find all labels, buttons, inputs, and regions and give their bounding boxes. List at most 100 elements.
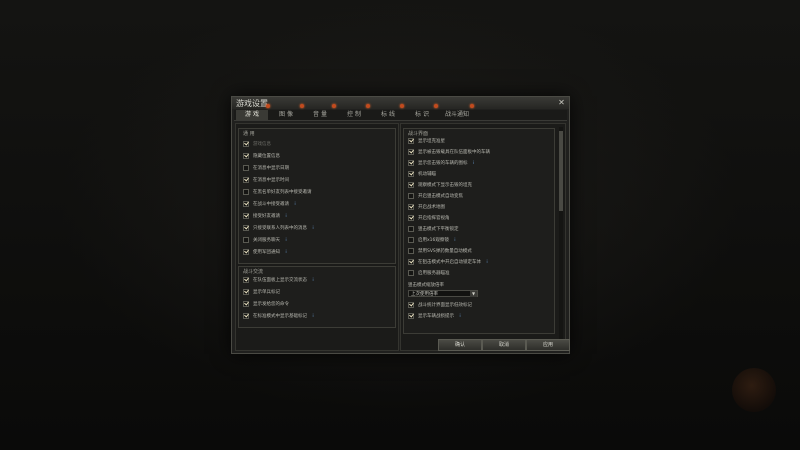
close-icon[interactable]: ✕ — [557, 98, 566, 107]
notification-dot-icon — [434, 104, 438, 108]
checkbox-row[interactable]: 启用服务器瞄准 — [408, 269, 450, 277]
checkbox[interactable] — [243, 249, 249, 255]
info-icon[interactable]: i — [293, 202, 297, 206]
info-icon[interactable]: i — [311, 278, 315, 282]
checkbox[interactable] — [408, 302, 414, 308]
scroll-thumb[interactable] — [559, 131, 563, 211]
tab-sound[interactable]: 音 量 — [304, 110, 336, 120]
checkbox[interactable] — [408, 204, 414, 210]
chevron-down-icon[interactable]: ▼ — [470, 291, 477, 297]
info-icon[interactable]: i — [284, 250, 288, 254]
checkbox[interactable] — [408, 226, 414, 232]
checkbox[interactable] — [408, 215, 414, 221]
checkbox[interactable] — [243, 177, 249, 183]
checkbox[interactable] — [243, 225, 249, 231]
checkbox-row[interactable]: 在狙击模式中开启自动锁定车体 i — [408, 258, 489, 266]
notification-dot-icon — [400, 104, 404, 108]
tab-bar: 游 戏 图 像 音 量 控 制 标 线 标 识 战斗通知 — [234, 104, 567, 121]
checkbox[interactable] — [408, 259, 414, 265]
info-icon[interactable]: i — [311, 226, 315, 230]
group-battle-chat: 战斗交流 在队伍面板上显示交流状态 i 显示单兵标记 显示发给您的命令 在标准模式… — [238, 266, 396, 328]
checkbox[interactable] — [243, 313, 249, 319]
background-emblem — [732, 368, 776, 412]
right-panel: 战斗界面 显示坦克准星 显示被击毁载具在队伍面板中的车辆 显示您击毁的车辆的图标… — [400, 123, 566, 351]
checkbox[interactable] — [243, 289, 249, 295]
checkbox-row[interactable]: 显示发给您的命令 — [243, 300, 289, 308]
checkbox[interactable] — [243, 165, 249, 171]
checkbox[interactable] — [408, 248, 414, 254]
info-icon[interactable]: i — [284, 214, 288, 218]
checkbox[interactable] — [408, 171, 414, 177]
checkbox-row[interactable]: 开启战术地图 — [408, 203, 445, 211]
checkbox-row[interactable]: 启用x16观察镜 i — [408, 236, 457, 244]
checkbox-row[interactable]: 接受好友邀请 i — [243, 212, 288, 220]
checkbox-row[interactable]: 禁用SVS弹药数量自动模式 — [408, 247, 472, 255]
checkbox[interactable] — [408, 182, 414, 188]
info-icon[interactable]: i — [311, 314, 315, 318]
checkbox-row[interactable]: 在标准模式中显示基础标记 i — [243, 312, 315, 320]
checkbox-row[interactable]: 战斗统计界面显示低效标记 — [408, 301, 472, 309]
checkbox-row[interactable]: 开启狙击模式自动变焦 — [408, 192, 463, 200]
zoom-select[interactable]: 上次使用倍率 ▼ — [408, 290, 478, 297]
apply-button[interactable]: 应用 — [526, 339, 570, 351]
checkbox[interactable] — [243, 237, 249, 243]
checkbox-row[interactable]: 使用军团通知 i — [243, 248, 288, 256]
group-battle-interface: 战斗界面 显示坦克准星 显示被击毁载具在队伍面板中的车辆 显示您击毁的车辆的图标… — [403, 128, 555, 334]
checkbox[interactable] — [243, 141, 249, 147]
info-icon[interactable]: i — [485, 260, 489, 264]
checkbox-row[interactable]: 显示被击毁载具在队伍面板中的车辆 — [408, 148, 490, 156]
tab-reticle[interactable]: 标 线 — [372, 110, 404, 120]
checkbox[interactable] — [408, 160, 414, 166]
checkbox-row[interactable]: 关闭服务聊天 i — [243, 236, 288, 244]
checkbox-row[interactable]: 狙击模式下平衡锁定 — [408, 225, 459, 233]
left-panel: 通 用 游戏信息 隐藏位置信息 在消息中显示日期 在消息中显示时间 在黑名单好友… — [235, 123, 399, 351]
checkbox-row[interactable]: 在消息中显示时间 — [243, 176, 289, 184]
checkbox[interactable] — [243, 201, 249, 207]
checkbox[interactable] — [243, 153, 249, 159]
tab-controls[interactable]: 控 制 — [338, 110, 370, 120]
checkbox-row[interactable]: 在队伍面板上显示交流状态 i — [243, 276, 315, 284]
checkbox[interactable] — [408, 270, 414, 276]
checkbox-row[interactable]: 开启指挥官视角 — [408, 214, 450, 222]
info-icon[interactable]: i — [458, 314, 462, 318]
checkbox[interactable] — [243, 301, 249, 307]
checkbox[interactable] — [408, 237, 414, 243]
notification-dot-icon — [300, 104, 304, 108]
ok-button[interactable]: 确认 — [438, 339, 482, 351]
zoom-select-label: 狙击模式缩放倍率 — [408, 283, 444, 288]
checkbox-row[interactable]: 在黑名单好友列表中接受邀请 — [243, 188, 312, 196]
checkbox[interactable] — [243, 213, 249, 219]
settings-dialog: 游戏设置 ✕ 游 戏 图 像 音 量 控 制 标 线 标 识 战斗通知 通 用 … — [231, 96, 570, 354]
checkbox[interactable] — [408, 149, 414, 155]
checkbox-row[interactable]: 显示坦克准星 — [408, 137, 445, 145]
checkbox-row[interactable]: 显示单兵标记 — [243, 288, 280, 296]
checkbox[interactable] — [408, 313, 414, 319]
info-icon[interactable]: i — [284, 238, 288, 242]
group-title: 通 用 — [243, 131, 255, 137]
checkbox-row[interactable]: 只接受联系人列表中的消息 i — [243, 224, 315, 232]
checkbox[interactable] — [408, 138, 414, 144]
checkbox-row[interactable]: 在消息中显示日期 — [243, 164, 289, 172]
notification-dot-icon — [266, 104, 270, 108]
group-general: 通 用 游戏信息 隐藏位置信息 在消息中显示日期 在消息中显示时间 在黑名单好友… — [238, 128, 396, 264]
checkbox-row[interactable]: 观察模式下显示击毁的坦克 — [408, 181, 472, 189]
checkbox[interactable] — [243, 189, 249, 195]
tab-markers[interactable]: 标 识 — [406, 110, 438, 120]
checkbox-row[interactable]: 显示车辆战损提示 i — [408, 312, 462, 320]
scrollbar[interactable] — [559, 127, 563, 347]
group-title: 战斗界面 — [408, 131, 429, 137]
checkbox[interactable] — [408, 193, 414, 199]
notification-dot-icon — [366, 104, 370, 108]
cancel-button[interactable]: 取消 — [482, 339, 526, 351]
checkbox-row[interactable]: 显示您击毁的车辆的图标 i — [408, 159, 476, 167]
info-icon[interactable]: i — [472, 161, 476, 165]
checkbox[interactable] — [243, 277, 249, 283]
checkbox-row[interactable]: 游戏信息 — [243, 140, 271, 148]
tab-game[interactable]: 游 戏 — [236, 110, 268, 120]
info-icon[interactable]: i — [453, 238, 457, 242]
tab-graphics[interactable]: 图 像 — [270, 110, 302, 120]
checkbox-row[interactable]: 隐藏位置信息 — [243, 152, 280, 160]
checkbox-row[interactable]: 机动辅瞄 — [408, 170, 436, 178]
tab-battle-notifications[interactable]: 战斗通知 — [440, 110, 474, 120]
checkbox-row[interactable]: 在战斗中接受邀请 i — [243, 200, 297, 208]
